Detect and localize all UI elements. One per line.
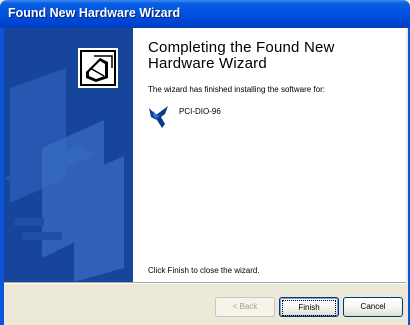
hardware-wizard-banner-icon bbox=[4, 48, 124, 282]
cancel-button[interactable]: Cancel bbox=[343, 297, 403, 317]
ni-eagle-icon bbox=[149, 106, 168, 128]
device-name: PCI-DIO-96 bbox=[179, 107, 221, 116]
finish-button-label: Finish bbox=[282, 300, 336, 316]
wizard-description: The wizard has finished installing the s… bbox=[148, 85, 325, 94]
wizard-side-panel bbox=[4, 28, 133, 282]
wizard-window: Found New Hardware Wizard Completing the… bbox=[0, 0, 410, 325]
button-separator bbox=[4, 282, 406, 284]
wizard-main-panel: Completing the Found New Hardware Wizard… bbox=[133, 28, 406, 282]
window-title: Found New Hardware Wizard bbox=[8, 6, 181, 20]
title-bar[interactable]: Found New Hardware Wizard bbox=[0, 0, 410, 28]
wizard-content: Completing the Found New Hardware Wizard… bbox=[4, 28, 406, 282]
finish-instruction: Click Finish to close the wizard. bbox=[148, 266, 260, 275]
finish-button[interactable]: Finish bbox=[279, 297, 339, 317]
wizard-heading: Completing the Found New Hardware Wizard bbox=[148, 39, 335, 72]
back-button[interactable]: < Back bbox=[215, 297, 275, 317]
